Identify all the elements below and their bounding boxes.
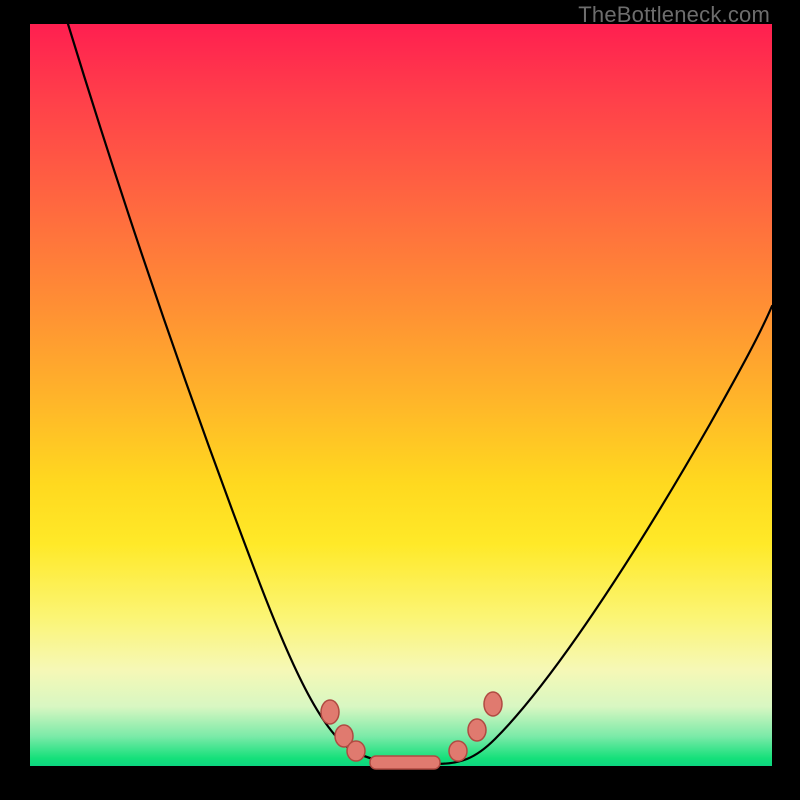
- marker-dot: [321, 700, 339, 724]
- marker-dot: [484, 692, 502, 716]
- marker-dot: [468, 719, 486, 741]
- marker-dot: [449, 741, 467, 761]
- plot-area: [30, 24, 772, 766]
- min-plateau-pill: [370, 756, 440, 769]
- chart-frame: TheBottleneck.com: [0, 0, 800, 800]
- marker-dot: [347, 741, 365, 761]
- curve-path: [68, 24, 772, 764]
- bottleneck-curve: [30, 24, 772, 766]
